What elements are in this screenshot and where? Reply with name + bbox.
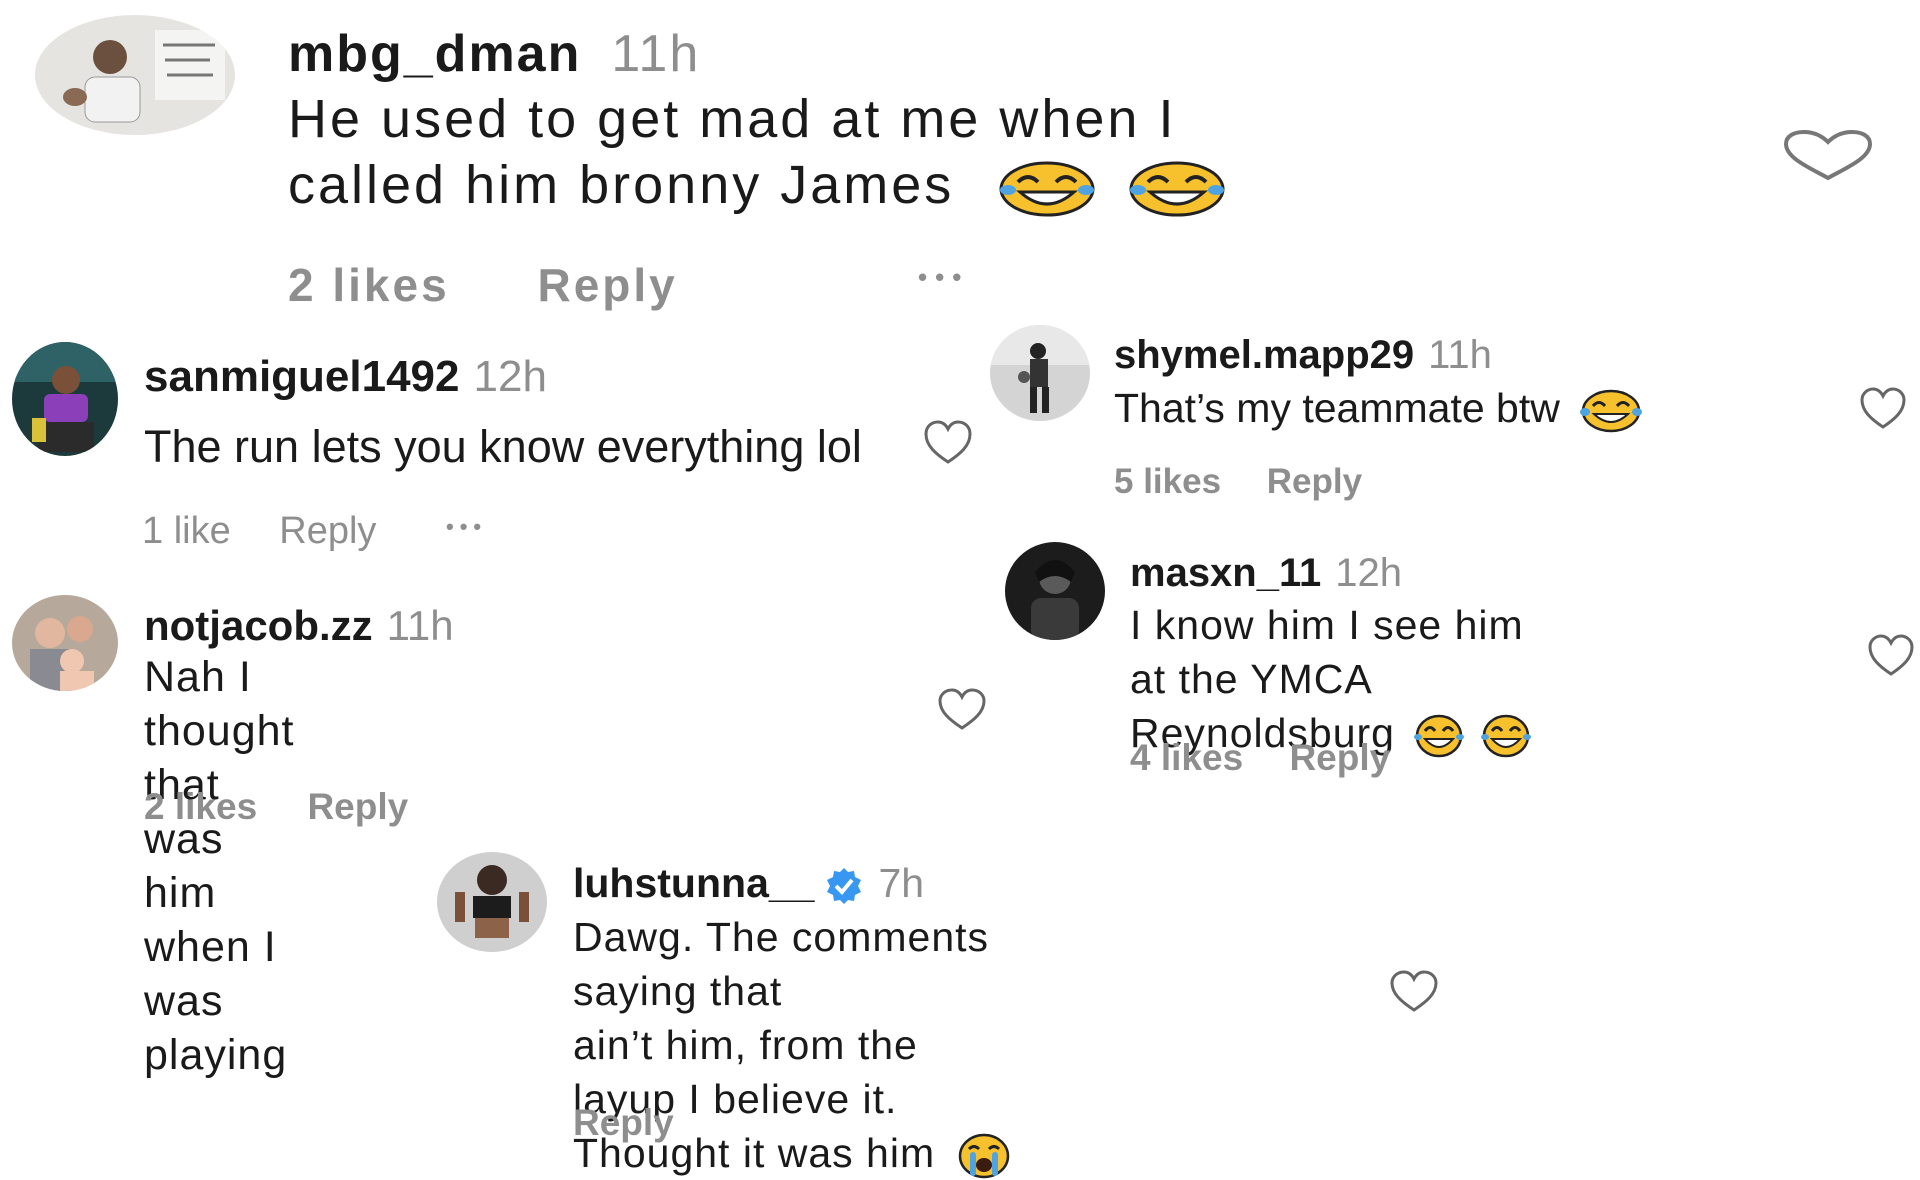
reply-button[interactable]: Reply bbox=[1289, 737, 1390, 779]
face-with-tears-of-joy-icon bbox=[1579, 388, 1643, 434]
comment-text: Nah I thought that was him when I was pl… bbox=[144, 650, 294, 1082]
comment-text: I know him I see him at the YMCA Reynold… bbox=[1130, 598, 1532, 760]
username[interactable]: shymel.mapp29 bbox=[1114, 333, 1414, 377]
username[interactable]: notjacob.zz bbox=[144, 602, 373, 649]
heart-outline-icon[interactable] bbox=[1780, 128, 1876, 182]
comment-text-line: was playing bbox=[144, 977, 288, 1079]
likes-count[interactable]: 5 likes bbox=[1114, 462, 1221, 502]
comment-header: masxn_11 12h bbox=[1130, 553, 1402, 593]
comment-text: That’s my teammate btw bbox=[1114, 380, 1643, 437]
avatar[interactable] bbox=[437, 852, 547, 952]
face-with-tears-of-joy-icon bbox=[998, 160, 1096, 218]
comment-actions: 2 likes Reply bbox=[144, 786, 408, 828]
reply-button[interactable]: Reply bbox=[307, 786, 408, 828]
likes-count[interactable]: 4 likes bbox=[1130, 737, 1243, 779]
timestamp: 11h bbox=[1428, 333, 1492, 377]
verified-badge-icon bbox=[824, 866, 864, 906]
username[interactable]: sanmiguel1492 bbox=[144, 352, 460, 401]
reply-button[interactable]: Reply bbox=[537, 258, 677, 312]
avatar[interactable] bbox=[990, 325, 1090, 421]
face-with-tears-of-joy-icon bbox=[1128, 160, 1226, 218]
comment-header: sanmiguel1492 12h bbox=[144, 355, 547, 399]
comment-text-line: Dawg. The comments saying that bbox=[573, 914, 990, 1014]
likes-count[interactable]: 2 likes bbox=[144, 786, 257, 828]
comment-header: shymel.mapp29 11h bbox=[1114, 335, 1492, 375]
username[interactable]: masxn_11 bbox=[1130, 551, 1321, 595]
username[interactable]: luhstunna__ bbox=[573, 860, 814, 906]
comment-text: The run lets you know everything lol bbox=[144, 421, 862, 472]
comment-header: notjacob.zz 11h bbox=[144, 605, 454, 647]
reply-button[interactable]: Reply bbox=[1267, 462, 1362, 502]
likes-count[interactable]: 2 likes bbox=[288, 258, 450, 312]
comment-actions: 5 likes Reply bbox=[1114, 462, 1362, 502]
comment-text-line: called him bronny James bbox=[288, 152, 1226, 218]
comment-actions: 1 like Reply bbox=[142, 510, 376, 553]
face-with-tears-of-joy-icon bbox=[1413, 713, 1465, 759]
comment-text-line: He used to get mad at me when I bbox=[288, 89, 1177, 149]
comment-text: He used to get mad at me when I called h… bbox=[288, 86, 1226, 218]
timestamp: 12h bbox=[1335, 551, 1403, 595]
comment-actions: Reply bbox=[573, 1102, 674, 1144]
heart-outline-icon[interactable] bbox=[1388, 968, 1440, 1014]
username[interactable]: mbg_dman bbox=[288, 25, 581, 83]
avatar[interactable] bbox=[35, 15, 235, 135]
more-dots-icon[interactable]: ••• bbox=[446, 514, 487, 540]
heart-outline-icon[interactable] bbox=[1866, 632, 1916, 678]
more-dots-icon[interactable]: ••• bbox=[918, 262, 969, 293]
heart-outline-icon[interactable] bbox=[922, 418, 974, 466]
comment-actions: 4 likes Reply bbox=[1130, 737, 1390, 779]
comment-text-segment: called him bronny James bbox=[288, 155, 955, 215]
timestamp: 12h bbox=[473, 352, 547, 401]
reply-button[interactable]: Reply bbox=[573, 1102, 674, 1144]
likes-count[interactable]: 1 like bbox=[142, 510, 231, 553]
comment-text-line: I know him I see him at the YMCA bbox=[1130, 602, 1524, 702]
heart-outline-icon[interactable] bbox=[1858, 385, 1908, 431]
timestamp: 11h bbox=[386, 602, 454, 649]
timestamp: 11h bbox=[611, 25, 701, 83]
loudly-crying-face-icon bbox=[956, 1132, 1012, 1180]
comment-text-segment: That’s my teammate btw bbox=[1114, 385, 1560, 431]
heart-outline-icon[interactable] bbox=[936, 686, 988, 732]
reply-button[interactable]: Reply bbox=[279, 510, 376, 553]
avatar[interactable] bbox=[1005, 542, 1105, 640]
comment-actions: 2 likes Reply bbox=[288, 258, 678, 312]
timestamp: 7h bbox=[878, 860, 925, 906]
avatar[interactable] bbox=[12, 342, 118, 456]
comment-header: luhstunna__ 7h bbox=[573, 863, 924, 906]
avatar[interactable] bbox=[12, 595, 118, 691]
face-with-tears-of-joy-icon bbox=[1480, 713, 1532, 759]
comment-header: mbg_dman 11h bbox=[288, 28, 700, 80]
